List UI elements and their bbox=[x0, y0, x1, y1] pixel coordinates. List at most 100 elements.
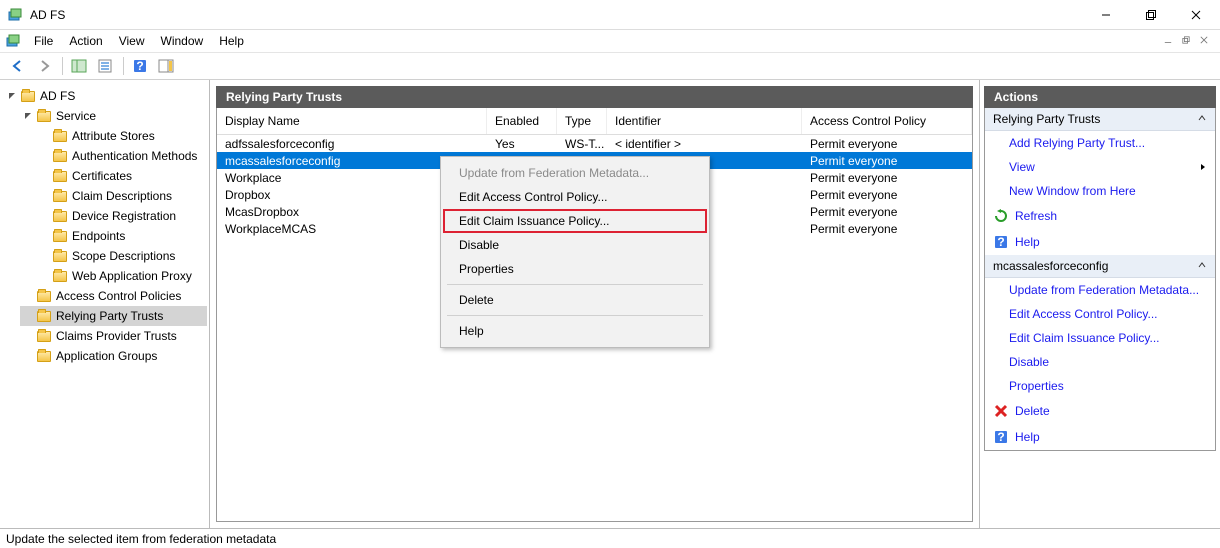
delete-icon bbox=[993, 403, 1009, 419]
tree-label: Device Registration bbox=[72, 207, 176, 225]
maximize-button[interactable] bbox=[1128, 1, 1173, 29]
folder-icon bbox=[52, 249, 68, 263]
tree-item[interactable]: Web Application Proxy bbox=[36, 266, 207, 286]
submenu-arrow-icon bbox=[1199, 160, 1207, 174]
col-enabled[interactable]: Enabled bbox=[487, 108, 557, 134]
tree-item[interactable]: Claim Descriptions bbox=[36, 186, 207, 206]
cell-acp: Permit everyone bbox=[802, 137, 972, 151]
tree-item[interactable]: Application Groups bbox=[20, 346, 207, 366]
actions-list: Relying Party Trusts Add Relying Party Tr… bbox=[984, 108, 1216, 451]
tree-label: Endpoints bbox=[72, 227, 125, 245]
svg-text:?: ? bbox=[136, 59, 143, 73]
context-item[interactable]: Disable bbox=[443, 233, 707, 257]
context-item[interactable]: Edit Claim Issuance Policy... bbox=[443, 209, 707, 233]
col-type[interactable]: Type bbox=[557, 108, 607, 134]
collapse-icon[interactable] bbox=[1197, 259, 1207, 273]
help-button[interactable]: ? bbox=[128, 55, 152, 77]
action-item[interactable]: New Window from Here bbox=[985, 179, 1215, 203]
action-label: Update from Federation Metadata... bbox=[1009, 283, 1199, 297]
folder-icon bbox=[52, 129, 68, 143]
tree-item[interactable]: Device Registration bbox=[36, 206, 207, 226]
show-hide-tree-button[interactable] bbox=[67, 55, 91, 77]
svg-text:?: ? bbox=[997, 430, 1004, 444]
menu-help[interactable]: Help bbox=[211, 32, 252, 50]
close-button[interactable] bbox=[1173, 1, 1218, 29]
action-label: Properties bbox=[1009, 379, 1064, 393]
action-label: Help bbox=[1015, 235, 1040, 249]
action-label: Add Relying Party Trust... bbox=[1009, 136, 1145, 150]
child-close-button[interactable] bbox=[1196, 32, 1212, 48]
tree-root-adfs[interactable]: AD FS bbox=[4, 86, 207, 106]
menu-action[interactable]: Action bbox=[61, 32, 110, 50]
table-row[interactable]: adfssalesforceconfigYesWS-T...< identifi… bbox=[217, 135, 972, 152]
action-item[interactable]: Properties bbox=[985, 374, 1215, 398]
menu-view[interactable]: View bbox=[111, 32, 153, 50]
action-item[interactable]: ?Help bbox=[985, 229, 1215, 255]
folder-icon bbox=[20, 89, 36, 103]
window-title: AD FS bbox=[30, 8, 1083, 22]
action-item[interactable]: Disable bbox=[985, 350, 1215, 374]
action-label: Disable bbox=[1009, 355, 1049, 369]
child-minimize-button[interactable] bbox=[1160, 32, 1176, 48]
context-item[interactable]: Delete bbox=[443, 288, 707, 312]
tree-item[interactable]: Relying Party Trusts bbox=[20, 306, 207, 326]
col-display-name[interactable]: Display Name bbox=[217, 108, 487, 134]
cell-acp: Permit everyone bbox=[802, 171, 972, 185]
action-item[interactable]: Delete bbox=[985, 398, 1215, 424]
expand-icon[interactable] bbox=[6, 90, 18, 102]
action-item[interactable]: ?Help bbox=[985, 424, 1215, 450]
cell-name: adfssalesforceconfig bbox=[217, 137, 487, 151]
show-hide-action-button[interactable] bbox=[154, 55, 178, 77]
action-item[interactable]: Add Relying Party Trust... bbox=[985, 131, 1215, 155]
action-group-header[interactable]: mcassalesforceconfig bbox=[985, 255, 1215, 278]
tree-item[interactable]: Certificates bbox=[36, 166, 207, 186]
child-restore-button[interactable] bbox=[1178, 32, 1194, 48]
action-item[interactable]: Edit Claim Issuance Policy... bbox=[985, 326, 1215, 350]
folder-icon bbox=[36, 289, 52, 303]
tree-service[interactable]: Service bbox=[20, 106, 207, 126]
menu-file[interactable]: File bbox=[26, 32, 61, 50]
console-tree[interactable]: AD FS Service Attribute StoresAuthentica… bbox=[0, 80, 210, 528]
col-acp[interactable]: Access Control Policy bbox=[802, 108, 972, 134]
action-item[interactable]: View bbox=[985, 155, 1215, 179]
context-menu[interactable]: Update from Federation Metadata...Edit A… bbox=[440, 156, 710, 348]
folder-icon bbox=[52, 189, 68, 203]
tree-item[interactable]: Scope Descriptions bbox=[36, 246, 207, 266]
menu-bar: File Action View Window Help bbox=[0, 30, 1220, 52]
action-item[interactable]: Update from Federation Metadata... bbox=[985, 278, 1215, 302]
action-group-header[interactable]: Relying Party Trusts bbox=[985, 108, 1215, 131]
properties-button[interactable] bbox=[93, 55, 117, 77]
action-item[interactable]: Refresh bbox=[985, 203, 1215, 229]
nav-back-button[interactable] bbox=[6, 55, 30, 77]
folder-icon bbox=[36, 349, 52, 363]
action-item[interactable]: Edit Access Control Policy... bbox=[985, 302, 1215, 326]
tree-item[interactable]: Access Control Policies bbox=[20, 286, 207, 306]
context-item[interactable]: Help bbox=[443, 319, 707, 343]
action-label: Edit Claim Issuance Policy... bbox=[1009, 331, 1160, 345]
tree-item[interactable]: Authentication Methods bbox=[36, 146, 207, 166]
center-title: Relying Party Trusts bbox=[216, 86, 973, 108]
cell-type: WS-T... bbox=[557, 137, 607, 151]
nav-forward-button[interactable] bbox=[32, 55, 56, 77]
action-label: Delete bbox=[1015, 404, 1050, 418]
tree-label: Scope Descriptions bbox=[72, 247, 175, 265]
group-title: mcassalesforceconfig bbox=[993, 259, 1108, 273]
context-separator bbox=[447, 284, 703, 285]
folder-icon bbox=[36, 309, 52, 323]
tree-item[interactable]: Endpoints bbox=[36, 226, 207, 246]
expand-icon[interactable] bbox=[22, 110, 34, 122]
minimize-button[interactable] bbox=[1083, 1, 1128, 29]
menu-window[interactable]: Window bbox=[153, 32, 212, 50]
context-separator bbox=[447, 315, 703, 316]
tree-label: Certificates bbox=[72, 167, 132, 185]
tree-item[interactable]: Attribute Stores bbox=[36, 126, 207, 146]
tree-item[interactable]: Claims Provider Trusts bbox=[20, 326, 207, 346]
folder-icon bbox=[52, 209, 68, 223]
collapse-icon[interactable] bbox=[1197, 112, 1207, 126]
col-identifier[interactable]: Identifier bbox=[607, 108, 802, 134]
app-small-icon bbox=[4, 32, 22, 50]
group-title: Relying Party Trusts bbox=[993, 112, 1100, 126]
refresh-icon bbox=[993, 208, 1009, 224]
context-item[interactable]: Edit Access Control Policy... bbox=[443, 185, 707, 209]
context-item[interactable]: Properties bbox=[443, 257, 707, 281]
